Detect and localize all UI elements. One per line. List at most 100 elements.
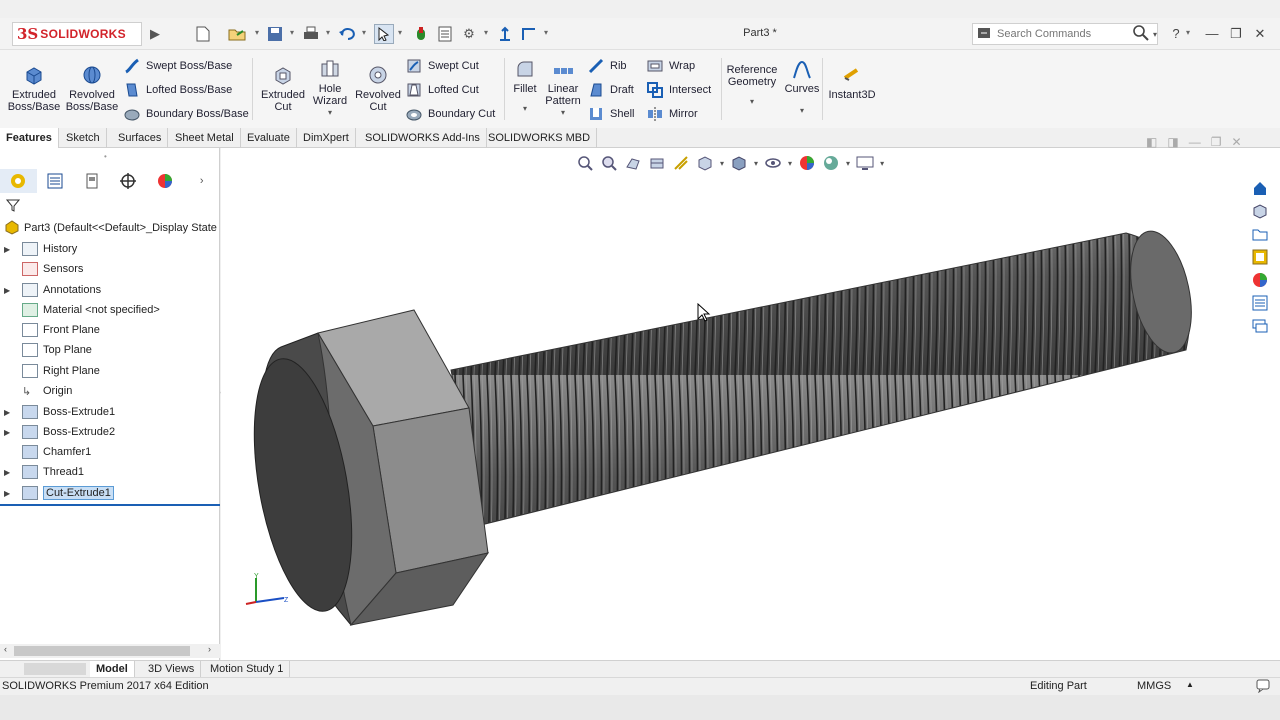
previous-view-icon[interactable] xyxy=(624,154,642,172)
revolved-boss-button[interactable]: Revolved Boss/Base xyxy=(64,64,120,113)
mirror-button[interactable]: Mirror xyxy=(647,105,698,123)
zoom-to-area-icon[interactable] xyxy=(600,154,618,172)
select-pointer-icon[interactable] xyxy=(374,24,394,44)
help-dropdown-icon[interactable]: ▾ xyxy=(1186,28,1190,37)
revolved-cut-button[interactable]: Revolved Cut xyxy=(354,64,402,113)
tab-surfaces[interactable]: Surfaces xyxy=(112,128,169,148)
tree-item-chamfer1[interactable]: Chamfer1 xyxy=(0,442,220,462)
configuration-manager-tab-icon[interactable] xyxy=(73,169,110,193)
dynamic-annotation-icon[interactable] xyxy=(672,154,690,172)
expand-arrow-icon[interactable]: ▶ xyxy=(4,245,14,254)
open-folder-icon[interactable] xyxy=(228,25,246,43)
save-icon[interactable] xyxy=(266,25,284,43)
unit-system-arrow-icon[interactable]: ▲ xyxy=(1186,680,1194,689)
frame-dropdown-icon[interactable]: ▾ xyxy=(544,28,548,37)
minimize-icon[interactable]: — xyxy=(1202,24,1222,44)
help-icon[interactable]: ? xyxy=(1166,24,1186,44)
expand-arrow-icon[interactable]: ▶ xyxy=(4,286,14,295)
curves-button[interactable]: Curves ▾ xyxy=(782,58,822,117)
tab-features[interactable]: Features xyxy=(0,128,59,148)
view-orientation-icon[interactable] xyxy=(696,154,714,172)
scroll-left-icon[interactable]: ‹ xyxy=(4,644,7,654)
tree-item-boss-extrude2[interactable]: ▶ Boss-Extrude2 xyxy=(0,422,220,442)
tree-item-right-plane[interactable]: Right Plane xyxy=(0,361,220,381)
tree-item-annotations[interactable]: ▶ Annotations xyxy=(0,280,220,300)
swept-cut-button[interactable]: Swept Cut xyxy=(406,57,479,75)
lofted-cut-button[interactable]: Lofted Cut xyxy=(406,81,479,99)
tab-sheet-metal[interactable]: Sheet Metal xyxy=(169,128,241,148)
viewport-close-icon[interactable]: ✕ xyxy=(1231,135,1241,149)
rib-button[interactable]: Rib xyxy=(588,57,627,75)
forum-icon[interactable] xyxy=(1249,316,1271,336)
tab-sketch[interactable]: Sketch xyxy=(60,128,107,148)
menu-expand-icon[interactable]: ▶ xyxy=(146,25,164,43)
custom-properties-icon[interactable] xyxy=(1249,293,1271,313)
bolt-model[interactable] xyxy=(221,175,1221,645)
open-dropdown-icon[interactable]: ▾ xyxy=(255,28,259,37)
tree-item-material[interactable]: Material <not specified> xyxy=(0,300,220,320)
hide-show-items-icon[interactable] xyxy=(764,154,782,172)
restore-icon[interactable]: ❐ xyxy=(1226,24,1246,44)
hole-wizard-dropdown-icon[interactable]: ▾ xyxy=(328,107,332,119)
dimxpert-manager-tab-icon[interactable] xyxy=(110,169,147,193)
tree-item-front-plane[interactable]: Front Plane xyxy=(0,320,220,340)
bolt-shaft[interactable] xyxy=(450,226,1201,526)
axis-icon[interactable] xyxy=(496,25,514,43)
boundary-boss-button[interactable]: Boundary Boss/Base xyxy=(124,105,249,123)
tab-solidworks-add-ins[interactable]: SOLIDWORKS Add-Ins xyxy=(359,128,487,148)
filter-icon[interactable] xyxy=(5,198,21,215)
expand-arrow-icon[interactable]: ▶ xyxy=(4,428,14,437)
scroll-right-icon[interactable]: › xyxy=(208,644,211,654)
apply-scene-dropdown-icon[interactable]: ▾ xyxy=(846,159,850,168)
property-manager-tab-icon[interactable] xyxy=(37,169,74,193)
tree-item-cut-extrude1[interactable]: ▶ Cut-Extrude1 xyxy=(0,483,220,503)
search-dropdown-icon[interactable]: ▾ xyxy=(1153,30,1157,39)
tree-item-sensors[interactable]: Sensors xyxy=(0,259,220,279)
tab-dimxpert[interactable]: DimXpert xyxy=(297,128,356,148)
viewport-minimize-icon[interactable]: — xyxy=(1189,135,1201,149)
save-dropdown-icon[interactable]: ▾ xyxy=(290,28,294,37)
section-view-icon[interactable] xyxy=(648,154,666,172)
tree-item-history[interactable]: ▶ History xyxy=(0,239,220,259)
wrap-button[interactable]: Wrap xyxy=(647,57,695,75)
tree-item-origin[interactable]: ↳ Origin xyxy=(0,381,220,401)
tab-model[interactable]: Model xyxy=(90,661,135,677)
select-dropdown-icon[interactable]: ▾ xyxy=(398,28,402,37)
view-palette-icon[interactable] xyxy=(1249,247,1271,267)
boundary-cut-button[interactable]: Boundary Cut xyxy=(406,105,495,123)
extruded-cut-button[interactable]: Extruded Cut xyxy=(258,64,308,113)
options-dropdown-icon[interactable]: ▾ xyxy=(484,28,488,37)
design-library-icon[interactable] xyxy=(1249,201,1271,221)
tab-solidworks-mbd[interactable]: SOLIDWORKS MBD xyxy=(482,128,598,148)
display-manager-tab-icon[interactable] xyxy=(147,169,184,193)
zoom-to-fit-icon[interactable] xyxy=(576,154,594,172)
viewport-restore-icon[interactable]: ❐ xyxy=(1211,135,1222,149)
shell-button[interactable]: Shell xyxy=(588,105,634,123)
unit-system[interactable]: MMGS xyxy=(1137,680,1171,692)
tab-scroll-arrows[interactable] xyxy=(24,663,86,675)
appearances-icon[interactable] xyxy=(1249,270,1271,290)
close-icon[interactable]: ✕ xyxy=(1250,24,1270,44)
curves-dropdown-icon[interactable]: ▾ xyxy=(800,105,804,117)
apply-scene-icon[interactable] xyxy=(822,154,840,172)
tree-item-top-plane[interactable]: Top Plane xyxy=(0,340,220,360)
display-style-icon[interactable] xyxy=(730,154,748,172)
file-explorer-icon[interactable] xyxy=(1249,224,1271,244)
tab-3d-views[interactable]: 3D Views xyxy=(142,661,202,677)
linear-pattern-dropdown-icon[interactable]: ▾ xyxy=(561,107,565,119)
fillet-dropdown-icon[interactable]: ▾ xyxy=(523,103,527,115)
viewport-tile-icon[interactable]: ◨ xyxy=(1167,135,1178,149)
panel-expand-icon[interactable]: › xyxy=(183,169,220,193)
solidworks-logo[interactable]: 3S SOLIDWORKS xyxy=(12,22,142,46)
solidworks-resources-icon[interactable] xyxy=(1249,178,1271,198)
options-gear-icon[interactable]: ⚙ xyxy=(460,25,478,43)
search-input[interactable] xyxy=(995,27,1125,41)
print-icon[interactable] xyxy=(302,25,320,43)
linear-pattern-button[interactable]: Linear Pattern ▾ xyxy=(542,58,584,119)
rebuild-icon[interactable] xyxy=(412,25,430,43)
view-settings-icon[interactable] xyxy=(856,154,874,172)
hide-show-dropdown-icon[interactable]: ▾ xyxy=(788,159,792,168)
fillet-button[interactable]: Fillet ▾ xyxy=(508,58,542,115)
tab-evaluate[interactable]: Evaluate xyxy=(241,128,297,148)
print-dropdown-icon[interactable]: ▾ xyxy=(326,28,330,37)
